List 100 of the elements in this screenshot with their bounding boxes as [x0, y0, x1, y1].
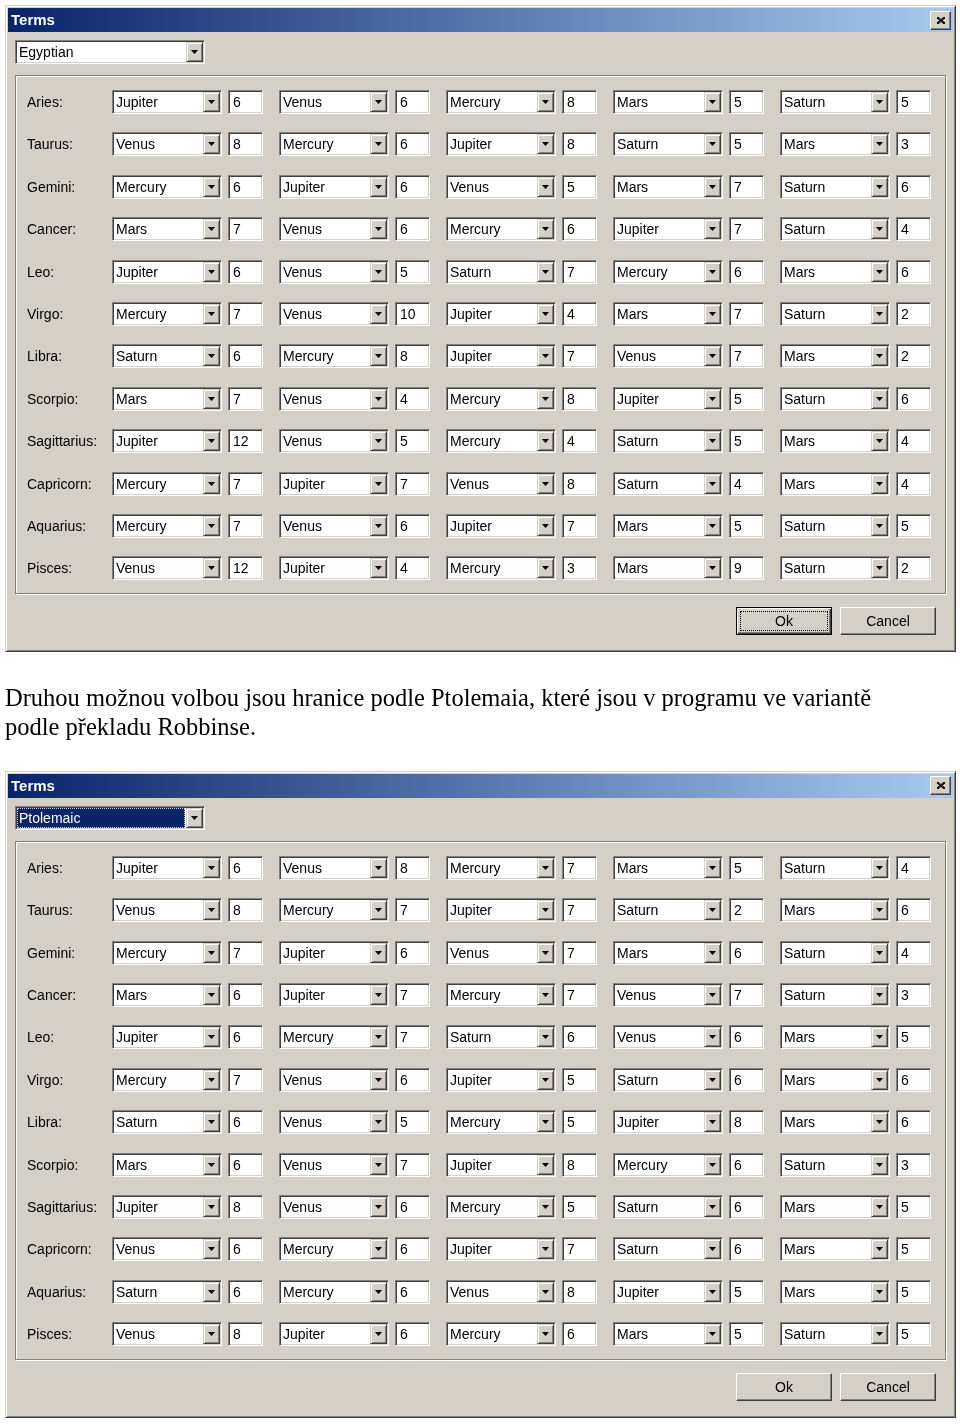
planet-dropdown[interactable]: Mars: [112, 1152, 222, 1177]
planet-dropdown[interactable]: Jupiter: [446, 1067, 556, 1092]
planet-dropdown[interactable]: Mars: [112, 217, 222, 242]
degree-field[interactable]: 6: [562, 1322, 597, 1347]
planet-dropdown[interactable]: Mars: [613, 301, 723, 326]
degree-field[interactable]: 7: [562, 344, 597, 369]
planet-dropdown[interactable]: Venus: [446, 1279, 556, 1304]
degree-field[interactable]: 5: [896, 1237, 931, 1262]
planet-dropdown[interactable]: Mars: [613, 556, 723, 581]
degree-field[interactable]: 6: [896, 386, 931, 411]
degree-field[interactable]: 5: [729, 429, 764, 454]
degree-field[interactable]: 8: [395, 855, 430, 880]
planet-dropdown[interactable]: Saturn: [780, 1152, 890, 1177]
degree-field[interactable]: 9: [729, 556, 764, 581]
planet-dropdown[interactable]: Jupiter: [279, 1322, 389, 1347]
planet-dropdown[interactable]: Venus: [112, 898, 222, 923]
degree-field[interactable]: 12: [228, 429, 263, 454]
degree-field[interactable]: 5: [729, 132, 764, 157]
degree-field[interactable]: 5: [562, 1067, 597, 1092]
degree-field[interactable]: 6: [228, 1025, 263, 1050]
planet-dropdown[interactable]: Jupiter: [112, 259, 222, 284]
system-dropdown[interactable]: Egyptian: [15, 40, 205, 64]
degree-field[interactable]: 5: [562, 1194, 597, 1219]
planet-dropdown[interactable]: Venus: [279, 1194, 389, 1219]
degree-field[interactable]: 8: [228, 898, 263, 923]
degree-field[interactable]: 8: [562, 90, 597, 114]
planet-dropdown[interactable]: Saturn: [613, 471, 723, 496]
degree-field[interactable]: 7: [562, 855, 597, 880]
planet-dropdown[interactable]: Mercury: [279, 132, 389, 157]
planet-dropdown[interactable]: Jupiter: [279, 940, 389, 965]
planet-dropdown[interactable]: Mercury: [446, 1194, 556, 1219]
degree-field[interactable]: 3: [896, 132, 931, 157]
planet-dropdown[interactable]: Jupiter: [446, 898, 556, 923]
planet-dropdown[interactable]: Mercury: [112, 301, 222, 326]
planet-dropdown[interactable]: Venus: [446, 174, 556, 199]
degree-field[interactable]: 6: [228, 344, 263, 369]
planet-dropdown[interactable]: Jupiter: [112, 855, 222, 880]
degree-field[interactable]: 7: [562, 259, 597, 284]
degree-field[interactable]: 7: [228, 217, 263, 242]
degree-field[interactable]: 6: [395, 513, 430, 538]
degree-field[interactable]: 4: [896, 217, 931, 242]
planet-dropdown[interactable]: Jupiter: [279, 174, 389, 199]
degree-field[interactable]: 6: [896, 1067, 931, 1092]
planet-dropdown[interactable]: Mars: [112, 982, 222, 1007]
degree-field[interactable]: 3: [896, 1152, 931, 1177]
degree-field[interactable]: 7: [395, 1025, 430, 1050]
degree-field[interactable]: 6: [228, 1237, 263, 1262]
degree-field[interactable]: 6: [896, 1110, 931, 1135]
planet-dropdown[interactable]: Mars: [780, 1025, 890, 1050]
planet-dropdown[interactable]: Mars: [613, 174, 723, 199]
planet-dropdown[interactable]: Mercury: [112, 1067, 222, 1092]
planet-dropdown[interactable]: Mars: [613, 855, 723, 880]
planet-dropdown[interactable]: Mars: [780, 259, 890, 284]
planet-dropdown[interactable]: Venus: [279, 386, 389, 411]
planet-dropdown[interactable]: Mercury: [112, 513, 222, 538]
degree-field[interactable]: 6: [228, 1152, 263, 1177]
planet-dropdown[interactable]: Saturn: [780, 174, 890, 199]
degree-field[interactable]: 6: [228, 259, 263, 284]
degree-field[interactable]: 6: [729, 1237, 764, 1262]
degree-field[interactable]: 7: [562, 513, 597, 538]
degree-field[interactable]: 7: [395, 982, 430, 1007]
degree-field[interactable]: 7: [395, 1152, 430, 1177]
planet-dropdown[interactable]: Mars: [780, 429, 890, 454]
degree-field[interactable]: 7: [395, 471, 430, 496]
degree-field[interactable]: 4: [896, 429, 931, 454]
degree-field[interactable]: 4: [896, 471, 931, 496]
degree-field[interactable]: 4: [562, 429, 597, 454]
planet-dropdown[interactable]: Mars: [780, 344, 890, 369]
degree-field[interactable]: 6: [395, 1322, 430, 1347]
planet-dropdown[interactable]: Jupiter: [112, 429, 222, 454]
planet-dropdown[interactable]: Jupiter: [613, 1279, 723, 1304]
planet-dropdown[interactable]: Mercury: [446, 556, 556, 581]
degree-field[interactable]: 6: [228, 1110, 263, 1135]
degree-field[interactable]: 2: [896, 301, 931, 326]
close-button[interactable]: [930, 776, 951, 796]
planet-dropdown[interactable]: Mercury: [279, 898, 389, 923]
planet-dropdown[interactable]: Jupiter: [279, 556, 389, 581]
degree-field[interactable]: 8: [395, 344, 430, 369]
planet-dropdown[interactable]: Saturn: [613, 132, 723, 157]
degree-field[interactable]: 6: [395, 940, 430, 965]
planet-dropdown[interactable]: Mercury: [446, 855, 556, 880]
planet-dropdown[interactable]: Venus: [279, 1110, 389, 1135]
planet-dropdown[interactable]: Jupiter: [613, 217, 723, 242]
planet-dropdown[interactable]: Jupiter: [446, 301, 556, 326]
degree-field[interactable]: 3: [562, 556, 597, 581]
planet-dropdown[interactable]: Venus: [279, 217, 389, 242]
degree-field[interactable]: 6: [228, 174, 263, 199]
degree-field[interactable]: 7: [228, 513, 263, 538]
degree-field[interactable]: 6: [395, 174, 430, 199]
planet-dropdown[interactable]: Mercury: [279, 1237, 389, 1262]
planet-dropdown[interactable]: Venus: [446, 940, 556, 965]
planet-dropdown[interactable]: Saturn: [613, 1194, 723, 1219]
planet-dropdown[interactable]: Jupiter: [446, 132, 556, 157]
degree-field[interactable]: 7: [562, 898, 597, 923]
degree-field[interactable]: 5: [896, 90, 931, 114]
planet-dropdown[interactable]: Mercury: [446, 1322, 556, 1347]
planet-dropdown[interactable]: Mars: [780, 1194, 890, 1219]
degree-field[interactable]: 6: [395, 90, 430, 114]
planet-dropdown[interactable]: Jupiter: [112, 1194, 222, 1219]
degree-field[interactable]: 6: [395, 217, 430, 242]
